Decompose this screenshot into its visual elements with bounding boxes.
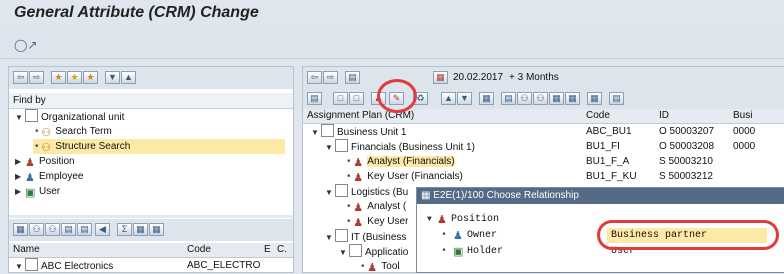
- left-toolbar: ⇦ ⇨ ★ ★ ★ ▼ ▲: [9, 67, 293, 89]
- layout-icon[interactable]: ▦: [133, 223, 148, 236]
- details-icon[interactable]: ▦: [149, 223, 164, 236]
- org-unit-icon: [321, 124, 334, 137]
- col-c[interactable]: C.: [277, 243, 287, 257]
- col-code[interactable]: Code: [187, 243, 211, 257]
- collapsed-arrow-icon[interactable]: ▶: [15, 154, 25, 169]
- tree-item-organizational-unit[interactable]: ▼ Organizational unit: [9, 109, 299, 124]
- collapse-icon[interactable]: ▲: [121, 71, 136, 84]
- window-title: General Attribute (CRM) Change: [14, 4, 259, 21]
- find-icon[interactable]: ⚇: [517, 92, 532, 105]
- person-icon: ♟: [353, 217, 364, 229]
- document-icon[interactable]: ▤: [345, 71, 360, 84]
- splitter[interactable]: [9, 215, 293, 218]
- tree-item-user[interactable]: ▶ ▣ User: [9, 184, 299, 199]
- back-icon[interactable]: ⇦: [13, 71, 28, 84]
- application-toolbar: ◯↗: [0, 30, 784, 59]
- collapsed-arrow-icon[interactable]: ▶: [15, 184, 25, 199]
- highlight-circle-business-partner: [597, 220, 779, 250]
- back-icon[interactable]: ⇦: [307, 71, 322, 84]
- binoculars-icon: ⚇: [41, 127, 52, 139]
- folder-icon: [25, 258, 38, 271]
- table-icon[interactable]: ▦: [13, 223, 28, 236]
- collapsed-arrow-icon[interactable]: ▶: [15, 169, 25, 184]
- person-icon: ♟: [353, 202, 364, 214]
- choose-relationship-dialog: ▦ E2E(1)/100 Choose Relationship ▼ ♟ Posit…: [416, 187, 784, 273]
- table-header: Name Code E C.: [9, 243, 293, 258]
- person-icon: ♟: [437, 215, 447, 227]
- filter-icon[interactable]: ▤: [61, 223, 76, 236]
- chart-icon[interactable]: ▦: [587, 92, 602, 105]
- glasses-icon[interactable]: ◯↗: [14, 38, 37, 52]
- dialog-icon: ▦: [421, 190, 431, 201]
- person-icon: ♟: [25, 157, 35, 169]
- folder-icon: [25, 109, 38, 122]
- col-id[interactable]: ID: [659, 109, 669, 123]
- org-unit-icon: [335, 139, 348, 152]
- forward-icon[interactable]: ⇨: [323, 71, 338, 84]
- person-icon: ♟: [367, 262, 378, 274]
- tree-item-position[interactable]: ▼ ♟ Position: [427, 213, 499, 227]
- people-icon: ♟: [25, 172, 35, 184]
- person-icon: ♟: [353, 157, 364, 169]
- export-icon[interactable]: ◀: [95, 223, 110, 236]
- tree-item-holder[interactable]: • ▣ Holder: [441, 245, 503, 259]
- org-unit-icon: [335, 229, 348, 242]
- tree-item-owner[interactable]: • ♟ Owner: [441, 229, 497, 243]
- print-icon[interactable]: ▤: [501, 92, 516, 105]
- people-icon: ♟: [453, 231, 463, 243]
- layout-icon[interactable]: ▦: [565, 92, 580, 105]
- find-icon[interactable]: ⚇: [29, 223, 44, 236]
- tree-item-search-term[interactable]: • ⚇ Search Term: [9, 124, 319, 139]
- col-code[interactable]: Code: [586, 109, 610, 123]
- move-down-icon[interactable]: ▼: [457, 92, 472, 105]
- create-icon[interactable]: □: [333, 92, 348, 105]
- dialog-titlebar: ▦ E2E(1)/100 Choose Relationship: [417, 188, 784, 204]
- tree-item-structure-search[interactable]: • ⚇ Structure Search: [33, 139, 285, 154]
- col-business[interactable]: Busi: [733, 109, 752, 123]
- table-row[interactable]: • ♟ Key User (Financials) BU1_F_KU S 5000…: [303, 169, 784, 184]
- expand-icon[interactable]: ▼: [105, 71, 120, 84]
- sum-icon[interactable]: Σ: [117, 223, 132, 236]
- table-row-selected[interactable]: • ♟ Analyst (Financials) BU1_F_A S 500032…: [303, 154, 784, 169]
- org-unit-icon: [335, 184, 348, 197]
- user-icon: ▣: [453, 247, 464, 259]
- forward-icon[interactable]: ⇨: [29, 71, 44, 84]
- settings-icon[interactable]: ▤: [609, 92, 624, 105]
- col-name[interactable]: Name: [13, 243, 40, 257]
- org-icon[interactable]: ▦: [479, 92, 494, 105]
- col-e[interactable]: E: [264, 243, 271, 257]
- lower-toolbar: ▦ ⚇ ⚇ ▤ ▤ ◀ Σ ▦ ▦: [9, 219, 293, 241]
- tree-item-employee[interactable]: ▶ ♟ Employee: [9, 169, 299, 184]
- favorites-search-icon[interactable]: ★: [51, 71, 66, 84]
- tree-item-position[interactable]: ▶ ♟ Position: [9, 154, 299, 169]
- date-bar: ⇦ ⇨ ▤ ▦ 20.02.2017 + 3 Months: [303, 67, 784, 89]
- details-icon[interactable]: ▤: [307, 92, 322, 105]
- expand-arrow-icon[interactable]: ▼: [15, 110, 25, 125]
- table-row[interactable]: ▼ Financials (Business Unit 1) BU1_FI O 5…: [303, 139, 784, 154]
- star-icon[interactable]: ★: [67, 71, 82, 84]
- binoculars-icon: ⚇: [41, 142, 52, 154]
- user-icon: ▣: [25, 187, 36, 199]
- calendar-icon[interactable]: ▦: [433, 71, 448, 84]
- export-icon[interactable]: ▦: [549, 92, 564, 105]
- highlight-circle-placeholder: [355, 96, 463, 122]
- find-next-icon[interactable]: ⚇: [45, 223, 60, 236]
- favorites-add-icon[interactable]: ★: [83, 71, 98, 84]
- find-by-label: Find by: [13, 95, 46, 106]
- person-icon: ♟: [353, 172, 364, 184]
- key-date: 20.02.2017: [453, 72, 504, 83]
- find-next-icon[interactable]: ⚇: [533, 92, 548, 105]
- table-row[interactable]: ▼ Business Unit 1 ABC_BU1 O 50003207 0000: [303, 124, 784, 139]
- left-panel: ⇦ ⇨ ★ ★ ★ ▼ ▲ Find by ▼ Organizational un…: [8, 66, 294, 273]
- print-icon[interactable]: ▤: [77, 223, 92, 236]
- preview-period: + 3 Months: [509, 72, 559, 83]
- org-unit-icon: [349, 244, 362, 257]
